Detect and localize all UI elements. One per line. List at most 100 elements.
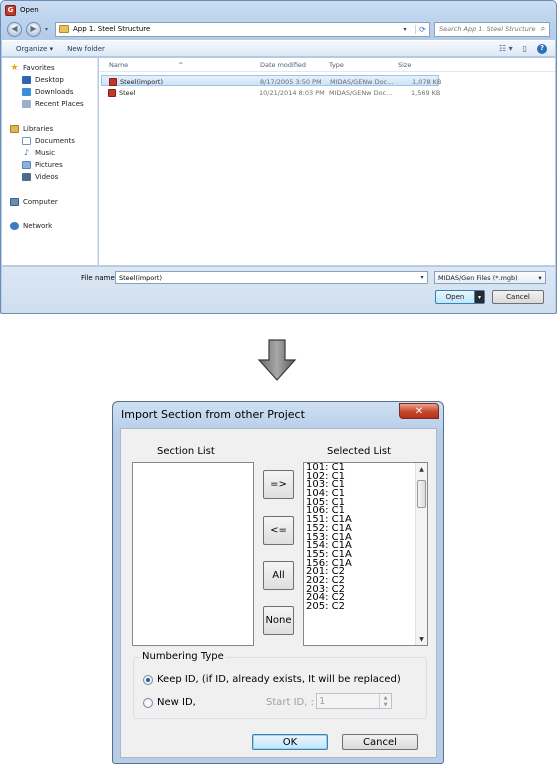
nav-label: Documents: [35, 137, 75, 145]
address-row: ◀ ▶ ▾ App 1. Steel Structure ▾ ⟳ ⌕: [7, 21, 550, 37]
new-folder-button[interactable]: New folder: [67, 45, 105, 53]
nav-recent-places[interactable]: Recent Places: [22, 99, 84, 109]
file-name-chevron-icon[interactable]: ▾: [417, 274, 427, 281]
organize-button[interactable]: Organize ▾: [16, 45, 53, 53]
nav-favorites[interactable]: ★ Favorites: [10, 63, 55, 73]
libraries-icon: [10, 125, 19, 133]
column-headers: Name ^ Date modified Type Size: [99, 58, 555, 72]
cancel-button[interactable]: Cancel: [342, 734, 418, 750]
dialog-title: Open: [20, 6, 39, 14]
keep-id-option[interactable]: Keep ID, (if ID, already exists, It will…: [143, 674, 401, 685]
column-name[interactable]: Name: [109, 61, 128, 69]
start-id-stepper[interactable]: ▲ ▼: [316, 693, 392, 709]
nav-videos[interactable]: Videos: [22, 172, 58, 182]
nav-label: Recent Places: [35, 100, 84, 108]
nav-network[interactable]: Network: [10, 221, 52, 231]
file-name: Steel(import): [120, 78, 164, 86]
all-button[interactable]: All: [263, 561, 294, 590]
ok-button[interactable]: OK: [252, 734, 328, 750]
nav-label: Favorites: [23, 64, 55, 72]
file-name-area: File name: ▾ MIDAS/Gen Files (*.mgb) ▾ O…: [2, 266, 555, 313]
column-size[interactable]: Size: [398, 61, 411, 69]
none-button[interactable]: None: [263, 606, 294, 635]
cancel-button[interactable]: Cancel: [492, 290, 544, 304]
pictures-icon: [22, 161, 31, 169]
new-id-label: New ID,: [157, 697, 196, 708]
start-id-input[interactable]: [317, 695, 379, 707]
file-row[interactable]: Steel(import) 8/17/2005 3:50 PM MIDAS/GE…: [101, 75, 441, 86]
network-icon: [10, 222, 19, 230]
midas-file-icon: [108, 89, 116, 97]
nav-label: Desktop: [35, 76, 64, 84]
file-name-input[interactable]: [119, 273, 417, 282]
address-path[interactable]: App 1. Steel Structure: [73, 25, 395, 33]
back-icon[interactable]: ◀: [7, 21, 22, 37]
search-icon[interactable]: ⌕: [537, 24, 549, 34]
scroll-down-icon[interactable]: ▼: [416, 633, 427, 645]
recent-locations-chevron-icon[interactable]: ▾: [45, 26, 51, 33]
search-box[interactable]: ⌕: [434, 21, 550, 37]
sort-caret-icon: ^: [178, 61, 184, 69]
search-input[interactable]: [439, 25, 537, 33]
nav-downloads[interactable]: Downloads: [22, 87, 73, 97]
vertical-scrollbar[interactable]: ▲ ▼: [415, 463, 427, 645]
nav-pictures[interactable]: Pictures: [22, 160, 63, 170]
nav-documents[interactable]: Documents: [22, 136, 75, 146]
forward-icon[interactable]: ▶: [26, 21, 41, 37]
add-button[interactable]: =>: [263, 470, 294, 499]
address-bar[interactable]: App 1. Steel Structure ▾ ⟳: [55, 21, 430, 37]
column-type[interactable]: Type: [329, 61, 344, 69]
nav-libraries[interactable]: Libraries: [10, 124, 53, 134]
file-row[interactable]: Steel 10/21/2014 8:03 PM MIDAS/GENw Doc.…: [101, 87, 441, 98]
preview-pane-icon[interactable]: ▯: [523, 44, 527, 53]
nav-music[interactable]: ♪ Music: [22, 148, 55, 158]
selected-list[interactable]: 101: C1 102: C1 103: C1 104: C1 105: C1 …: [303, 462, 428, 646]
downloads-icon: [22, 88, 31, 96]
file-type-chevron-icon: ▾: [538, 273, 542, 282]
dialog-title: Import Section from other Project: [121, 408, 305, 421]
desktop-icon: [22, 76, 31, 84]
open-button[interactable]: Open ▾: [435, 290, 485, 304]
spin-down-icon[interactable]: ▼: [380, 701, 391, 708]
computer-icon: [10, 198, 19, 206]
list-item[interactable]: 205: C2: [306, 602, 352, 612]
start-id-label: Start ID, :: [266, 697, 314, 708]
column-date-modified[interactable]: Date modified: [260, 61, 306, 69]
numbering-type-legend: Numbering Type: [140, 651, 226, 662]
scroll-thumb[interactable]: [417, 480, 426, 508]
nav-label: Pictures: [35, 161, 63, 169]
start-id-spin[interactable]: ▲ ▼: [379, 694, 391, 708]
file-name-label: File name:: [81, 274, 118, 282]
nav-label: Videos: [35, 173, 59, 181]
refresh-icon[interactable]: ⟳: [415, 24, 429, 34]
file-list-pane: Name ^ Date modified Type Size Steel(imp…: [99, 58, 555, 265]
help-icon[interactable]: ?: [537, 43, 547, 54]
file-type-value: MIDAS/Gen Files (*.mgb): [438, 273, 518, 282]
file-type: MIDAS/GENw Doc...: [330, 78, 394, 86]
new-id-radio[interactable]: [143, 697, 153, 708]
scroll-up-icon[interactable]: ▲: [416, 463, 427, 475]
file-type: MIDAS/GENw Doc...: [329, 89, 393, 97]
folder-icon: [59, 25, 69, 33]
new-id-option[interactable]: New ID,: [143, 697, 196, 708]
remove-button[interactable]: <=: [263, 516, 294, 545]
star-icon: ★: [10, 63, 19, 73]
section-list[interactable]: [132, 462, 254, 646]
nav-label: Network: [23, 222, 53, 230]
change-view-icon[interactable]: ☷ ▾: [499, 44, 513, 53]
file-size: 1,569 KB: [411, 89, 441, 97]
address-dropdown-chevron-icon[interactable]: ▾: [399, 26, 411, 33]
file-name-combo[interactable]: ▾: [115, 271, 428, 284]
nav-computer[interactable]: Computer: [10, 197, 58, 207]
documents-icon: [22, 137, 31, 145]
nav-label: Libraries: [23, 125, 54, 133]
close-button[interactable]: ✕: [399, 403, 439, 419]
open-options-chevron-icon[interactable]: ▾: [474, 291, 484, 303]
command-bar: Organize ▾ New folder ☷ ▾ ▯ ?: [2, 40, 555, 57]
keep-id-radio[interactable]: [143, 674, 153, 685]
spin-up-icon[interactable]: ▲: [380, 694, 391, 701]
file-type-select[interactable]: MIDAS/Gen Files (*.mgb) ▾: [434, 271, 546, 284]
recent-places-icon: [22, 100, 31, 108]
close-icon: ✕: [414, 405, 424, 417]
nav-desktop[interactable]: Desktop: [22, 75, 64, 85]
